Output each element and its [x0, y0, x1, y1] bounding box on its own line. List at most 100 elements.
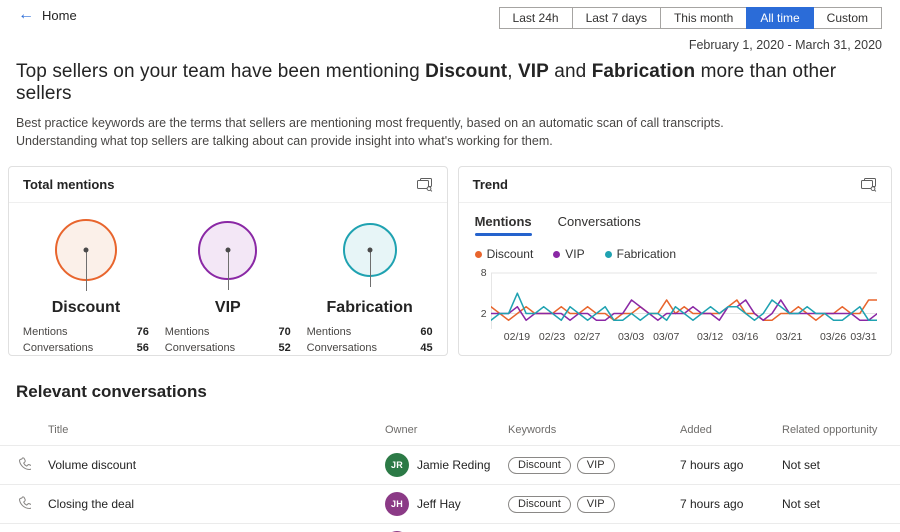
col-keywords: Keywords	[508, 424, 557, 436]
copy-chart-icon	[416, 178, 432, 192]
mentions-label: Mentions	[164, 326, 210, 338]
keyword-label: VIP	[214, 299, 241, 316]
conversations-value: 56	[136, 342, 149, 354]
added-time: 7 hours ago	[680, 458, 744, 472]
keyword-label: Fabrication	[326, 299, 413, 316]
home-label[interactable]: Home	[42, 8, 77, 23]
owner-avatar: JH	[385, 492, 409, 516]
x-tick-label: 03/16	[732, 331, 759, 343]
mentions-value: 76	[136, 326, 149, 338]
table-header-row: Title Owner Keywords Added Related oppor…	[0, 415, 900, 445]
legend-item-discount: Discount	[474, 247, 533, 261]
conversations-value: 52	[278, 342, 291, 354]
legend-dot	[474, 250, 482, 258]
tab-mentions[interactable]: Mentions	[474, 214, 532, 236]
time-filter-group: Last 24h Last 7 days This month All time…	[498, 7, 882, 29]
keyword-label: Discount	[51, 299, 121, 316]
bubble-center-dot	[225, 247, 231, 253]
conversations-label: Conversations	[22, 342, 94, 354]
x-tick-label: 02/19	[503, 331, 531, 343]
time-filter-last7days[interactable]: Last 7 days	[571, 7, 661, 29]
bubble-pin-line	[85, 250, 87, 291]
total-mentions-card: Total mentions Discount Mentions 76 Conv…	[8, 166, 448, 356]
bubble-pin-line	[369, 250, 371, 287]
keyword-pill: VIP	[576, 495, 615, 513]
owner-name: Jamie Reding	[417, 458, 491, 472]
x-tick-label: 03/03	[617, 331, 645, 343]
bubble-center-dot	[83, 247, 89, 253]
chart-legend: Discount VIP Fabrication	[474, 247, 875, 261]
keyword-pill: Discount	[508, 456, 571, 474]
back-arrow-icon[interactable]: ←	[18, 7, 34, 23]
tab-conversations[interactable]: Conversations	[558, 214, 641, 236]
legend-dot	[553, 250, 561, 258]
col-title: Title	[48, 424, 69, 436]
y-tick-label: 2	[480, 307, 487, 320]
time-filter-thismonth[interactable]: This month	[659, 7, 748, 29]
keyword-pill: VIP	[576, 456, 615, 474]
relevant-conversations-title: Relevant conversations	[16, 382, 207, 401]
added-time: 7 hours ago	[680, 497, 744, 511]
bubble-pin-line	[227, 250, 229, 290]
trend-tabs: Mentions Conversations	[474, 214, 875, 236]
keyword-card-vip: VIP Mentions 70 Conversations 52	[157, 213, 299, 355]
phone-icon	[16, 495, 48, 513]
x-tick-label: 03/07	[653, 331, 680, 343]
time-filter-alltime[interactable]: All time	[746, 7, 814, 29]
mentions-label: Mentions	[306, 326, 352, 338]
insight-cards: Total mentions Discount Mentions 76 Conv…	[8, 166, 892, 356]
discount-bubble	[54, 219, 117, 291]
phone-icon	[16, 456, 48, 474]
copy-chart-button[interactable]	[860, 177, 877, 192]
table-row[interactable]: Volume discount JR Jamie Reding Discount V…	[0, 445, 900, 484]
trend-chart: 8 2 02/19 02/23 02/27 03/03 03/07 03/12 03/16 03…	[471, 267, 877, 347]
x-axis-labels: 02/19 02/23 02/27 03/03 03/07 03/12 03/16 03/21…	[491, 331, 877, 347]
conversation-title[interactable]: Closing the deal	[48, 497, 385, 511]
back-home-link[interactable]: ← Home	[18, 7, 77, 23]
page-title: Top sellers on your team have been menti…	[16, 61, 837, 104]
time-filter-custom[interactable]: Custom	[812, 7, 882, 29]
conversations-label: Conversations	[306, 342, 377, 354]
trend-header: Trend	[458, 167, 891, 203]
fabrication-bubble	[342, 223, 397, 287]
x-tick-label: 03/12	[697, 331, 724, 343]
legend-item-fabrication: Fabrication	[604, 247, 676, 261]
trend-line-chart	[490, 272, 877, 329]
trend-card: Trend Mentions Conversations Discount VI…	[457, 166, 892, 356]
time-filter-last24h[interactable]: Last 24h	[498, 7, 573, 29]
keyword-pill: Discount	[508, 495, 571, 513]
keyword-card-fabrication: Fabrication Mentions 60 Conversations 45	[299, 213, 441, 355]
bubble-center-dot	[367, 247, 373, 253]
page-description: Best practice keywords are the terms tha…	[16, 114, 884, 150]
owner-avatar: JR	[385, 453, 409, 477]
conversation-title[interactable]: Volume discount	[48, 458, 385, 472]
conversations-value: 45	[420, 342, 433, 354]
x-tick-label: 02/27	[574, 331, 601, 343]
y-tick-label: 8	[480, 267, 487, 279]
conversations-table: Title Owner Keywords Added Related oppor…	[0, 415, 900, 532]
table-row[interactable]: Closing the deal JH Jeff Hay Discount VIP …	[0, 484, 900, 523]
col-related: Related opportunity	[782, 424, 878, 436]
table-row[interactable]: Initial discussion JSJoni Sherman Discou…	[0, 523, 900, 532]
vip-bubble	[198, 220, 258, 290]
copy-chart-button[interactable]	[416, 177, 433, 192]
total-mentions-title: Total mentions	[23, 177, 115, 192]
x-tick-label: 03/21	[776, 331, 803, 343]
mentions-value: 60	[420, 326, 433, 338]
keyword-card-discount: Discount Mentions 76 Conversations 56	[15, 213, 157, 355]
mentions-label: Mentions	[22, 326, 68, 338]
keyword-summary-row: Discount Mentions 76 Conversations 56 VIP …	[9, 203, 447, 355]
col-added: Added	[680, 424, 712, 436]
related-opportunity: Not set	[782, 497, 821, 511]
x-tick-label: 02/23	[538, 331, 566, 343]
conversations-label: Conversations	[164, 342, 236, 354]
legend-item-vip: VIP	[553, 247, 585, 261]
top-bar: ← Home Last 24h Last 7 days This month A…	[0, 0, 900, 29]
x-tick-label: 03/31	[850, 331, 877, 343]
copy-chart-icon	[861, 178, 877, 192]
x-tick-label: 03/26	[819, 331, 847, 343]
description-line-2: Understanding what top sellers are talki…	[16, 134, 553, 148]
mentions-value: 70	[278, 326, 291, 338]
total-mentions-header: Total mentions	[9, 167, 447, 203]
trend-title: Trend	[472, 177, 508, 192]
